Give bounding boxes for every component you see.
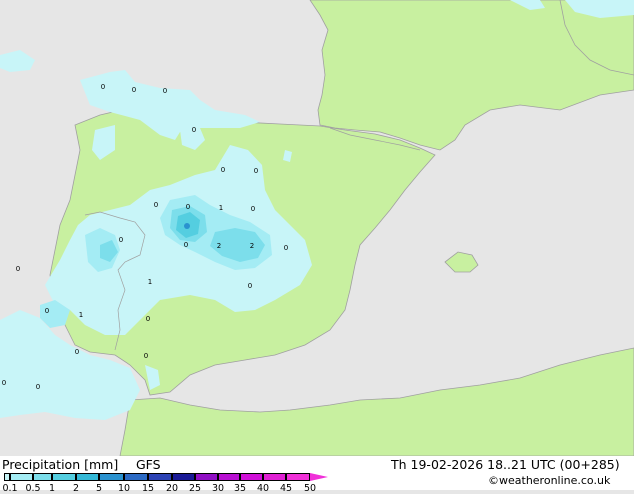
- precip-value-label: 0: [101, 83, 105, 91]
- precip-value-label: 0: [248, 282, 252, 290]
- precip-value-label: 0: [163, 87, 167, 95]
- legend-tick-label: 0.1: [2, 483, 18, 494]
- precip-value-label: 1: [219, 204, 223, 212]
- legend-tick-label: 1: [48, 483, 56, 494]
- legend-color-box: [52, 473, 76, 481]
- legend-arrow: [310, 473, 328, 481]
- precip-value-label: 0: [45, 307, 49, 315]
- precip-value-label: 0: [16, 265, 20, 273]
- precip-value-label: 0: [251, 205, 255, 213]
- legend-tick-label: 20: [165, 483, 179, 494]
- legend-color-box: [218, 473, 240, 481]
- legend-color-box: [99, 473, 124, 481]
- legend-tick-label: 40: [256, 483, 270, 494]
- legend-tick-label: 35: [233, 483, 247, 494]
- precip-value-label: 0: [119, 236, 123, 244]
- legend-tick-label: 25: [188, 483, 202, 494]
- precip-value-label: 0: [146, 315, 150, 323]
- precip-value-label: 0: [184, 241, 188, 249]
- precip-value-label: 0: [75, 348, 79, 356]
- model-name: GFS: [136, 457, 161, 472]
- precip-value-label: 0: [154, 201, 158, 209]
- legend-color-box: [286, 473, 310, 481]
- credit-link[interactable]: ©weatheronline.co.uk: [488, 474, 610, 487]
- valid-time: Th 19-02-2026 18..21 UTC (00+285): [391, 457, 620, 472]
- legend-color-box: [240, 473, 263, 481]
- legend-color-box: [148, 473, 172, 481]
- precip-value-label: 0: [221, 166, 225, 174]
- legend-color-box: [10, 473, 33, 481]
- legend-color-box: [195, 473, 218, 481]
- legend-color-box: [76, 473, 99, 481]
- max-precip-marker: [184, 223, 190, 229]
- legend-tick-label: 10: [117, 483, 131, 494]
- precip-value-label: 0: [284, 244, 288, 252]
- precip-value-label: 0: [192, 126, 196, 134]
- precip-value-label: 1: [79, 311, 83, 319]
- precipitation-map: 0 0 0 0 0 0 0 0 1 0 2 2 0 0 1 0 0 0 0 1 0 0 0 0 0: [0, 0, 634, 456]
- precip-value-label: 2: [217, 242, 221, 250]
- precip-value-label: 0: [2, 379, 6, 387]
- precip-value-label: 1: [148, 278, 152, 286]
- precip-value-label: 0: [186, 203, 190, 211]
- legend-tick-label: 5: [95, 483, 103, 494]
- precip-value-label: 0: [132, 86, 136, 94]
- legend-color-box: [33, 473, 52, 481]
- precip-value-label: 2: [250, 242, 254, 250]
- legend-color-box: [124, 473, 148, 481]
- precip-value-label: 0: [144, 352, 148, 360]
- precip-value-label: 0: [36, 383, 40, 391]
- legend-tick-label: 2: [72, 483, 80, 494]
- legend-tick-label: 15: [141, 483, 155, 494]
- precip-value-label: 0: [254, 167, 258, 175]
- legend-title: Precipitation [mm]: [2, 457, 119, 472]
- legend-tick-label: 30: [211, 483, 225, 494]
- legend-tick-label: 45: [279, 483, 293, 494]
- legend-tick-label: 0.5: [25, 483, 41, 494]
- legend-color-box: [172, 473, 195, 481]
- legend-tick-label: 50: [303, 483, 317, 494]
- legend-color-box: [263, 473, 286, 481]
